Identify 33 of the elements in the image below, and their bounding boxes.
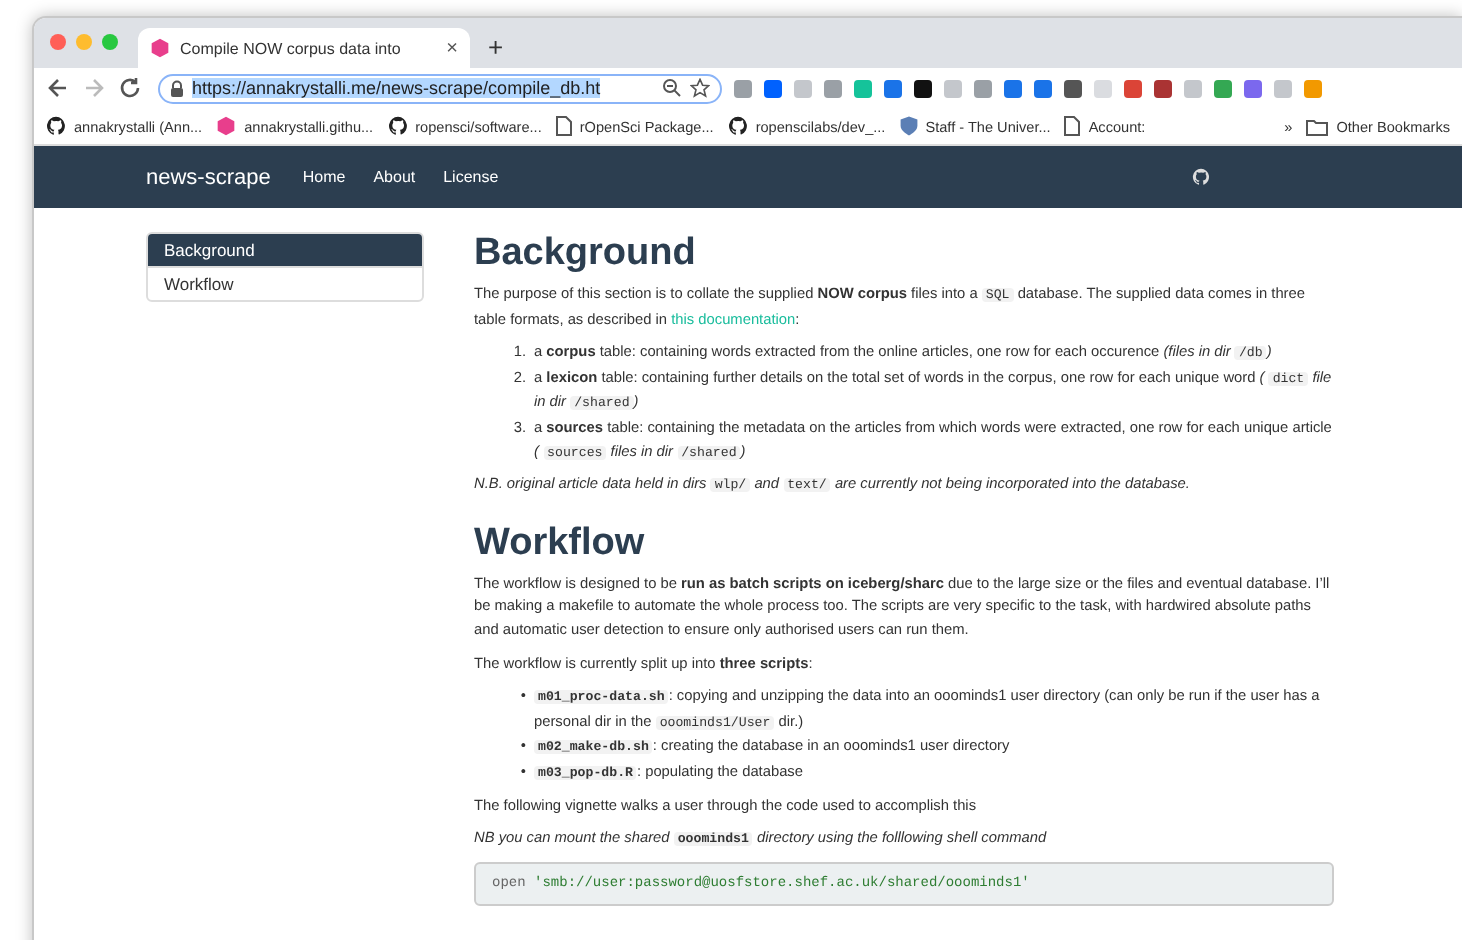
lock-icon bbox=[170, 79, 184, 97]
site-title[interactable]: news-scrape bbox=[146, 165, 271, 189]
maximize-window-button[interactable] bbox=[102, 34, 118, 50]
page-icon bbox=[1064, 116, 1081, 136]
toc-item[interactable]: Workflow bbox=[148, 266, 422, 300]
browser-tab[interactable]: Compile NOW corpus data into × bbox=[138, 28, 470, 68]
close-window-button[interactable] bbox=[50, 34, 66, 50]
folder-icon bbox=[1306, 117, 1329, 135]
github-icon bbox=[46, 116, 66, 136]
section-heading: Background bbox=[474, 232, 698, 276]
extension-icon[interactable] bbox=[1154, 79, 1172, 97]
nav-link[interactable]: License bbox=[443, 168, 499, 186]
address-bar[interactable]: https://annakrystalli.me/news-scrape/compile_db.ht bbox=[158, 73, 722, 103]
nav-link[interactable]: Home bbox=[302, 168, 346, 186]
extension-icon[interactable] bbox=[914, 79, 932, 97]
close-tab-button[interactable]: × bbox=[446, 37, 458, 59]
new-tab-button[interactable]: + bbox=[488, 32, 504, 62]
hexagon-icon bbox=[150, 38, 170, 58]
page-icon bbox=[555, 116, 572, 136]
toc-item[interactable]: Background bbox=[148, 234, 422, 266]
back-icon[interactable] bbox=[46, 76, 70, 100]
hexagon-icon bbox=[216, 116, 237, 136]
github-icon bbox=[387, 116, 408, 136]
github-icon bbox=[727, 116, 748, 136]
nav-link[interactable]: About bbox=[373, 168, 416, 186]
forward-icon[interactable] bbox=[82, 76, 106, 100]
section-heading: Workflow bbox=[474, 521, 647, 566]
github-icon[interactable] bbox=[1192, 168, 1210, 186]
zoom-icon[interactable] bbox=[662, 78, 682, 98]
extension-icon[interactable] bbox=[1064, 79, 1082, 97]
reload-icon[interactable] bbox=[118, 76, 142, 100]
star-icon[interactable] bbox=[690, 78, 710, 98]
shield-icon bbox=[899, 116, 918, 136]
